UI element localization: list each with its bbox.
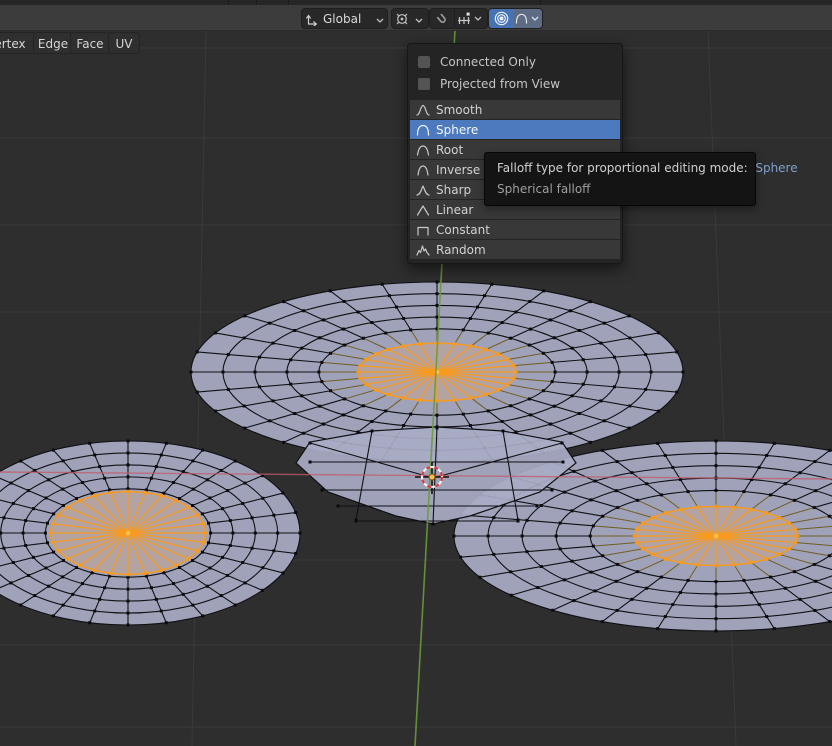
magnet-icon [435, 12, 449, 26]
pivot-median-icon [392, 9, 412, 28]
falloff-option-label: Constant [436, 223, 490, 237]
falloff-option-smooth[interactable]: Smooth [410, 100, 620, 119]
proportional-editing-icon [494, 11, 509, 26]
tooltip-description: Spherical falloff [497, 182, 743, 196]
topbar-tick [256, 0, 257, 5]
falloff-linear-icon [416, 204, 430, 216]
viewport-header: Global [0, 5, 832, 31]
checkbox-label: Connected Only [440, 55, 536, 69]
menu-edge[interactable]: Edge [33, 32, 73, 54]
falloff-option-random[interactable]: Random [410, 240, 620, 259]
menu-label: Face [76, 37, 103, 51]
topbar-tick [228, 0, 229, 5]
chevron-down-icon [531, 16, 539, 21]
menu-label: UV [116, 37, 133, 51]
falloff-option-label: Sphere [436, 123, 478, 137]
tooltip: Falloff type for proportional editing mo… [484, 152, 756, 206]
topbar-tick [540, 0, 541, 5]
falloff-option-sphere[interactable]: Sphere [410, 120, 620, 139]
menu-face[interactable]: Face [70, 32, 110, 54]
falloff-inverse-square-icon [416, 164, 430, 176]
snap-toggle-button[interactable] [430, 9, 454, 28]
falloff-option-label: Root [436, 143, 463, 157]
tooltip-value: Sphere [755, 161, 797, 175]
proportional-falloff-dropdown[interactable] [514, 9, 542, 28]
checkbox-projected-from-view[interactable]: Projected from View [408, 73, 622, 94]
falloff-option-label: Smooth [436, 103, 482, 117]
menu-uv[interactable]: UV [108, 32, 140, 54]
falloff-sphere-icon [515, 13, 528, 24]
checkbox-label: Projected from View [440, 77, 560, 91]
topbar-edge [0, 0, 832, 5]
menu-label: ertex [0, 37, 26, 51]
falloff-sharp-icon [416, 184, 430, 196]
falloff-option-constant[interactable]: Constant [410, 220, 620, 239]
menu-label: Edge [38, 37, 68, 51]
pivot-point-dropdown[interactable] [391, 8, 429, 29]
chevron-down-icon [415, 12, 423, 26]
chevron-down-icon [474, 16, 482, 21]
transform-orientation-dropdown[interactable]: Global [301, 8, 388, 29]
proportional-editing-toggle[interactable] [489, 9, 514, 28]
falloff-smooth-icon [416, 104, 430, 116]
falloff-option-label: Linear [436, 203, 473, 217]
checkbox[interactable] [418, 56, 430, 68]
snap-increment-icon [457, 12, 471, 26]
topbar-tick [288, 0, 289, 5]
falloff-random-icon [416, 244, 430, 256]
snapping-group [429, 8, 488, 29]
checkbox[interactable] [418, 78, 430, 90]
falloff-constant-icon [416, 224, 430, 236]
orientation-axes-icon [302, 9, 322, 28]
checkbox-connected-only[interactable]: Connected Only [408, 51, 622, 72]
proportional-editing-group [488, 8, 543, 29]
falloff-sphere-icon [416, 124, 430, 136]
snap-with-dropdown[interactable] [455, 9, 486, 28]
falloff-option-label: Random [436, 243, 486, 257]
menu-vertex[interactable]: ertex [0, 32, 36, 54]
tooltip-text: Falloff type for proportional editing mo… [497, 161, 748, 175]
blender-window: Global [0, 0, 832, 746]
orientation-label: Global [322, 12, 364, 26]
falloff-option-label: Sharp [436, 183, 471, 197]
chevron-down-icon [376, 12, 384, 26]
falloff-root-icon [416, 144, 430, 156]
